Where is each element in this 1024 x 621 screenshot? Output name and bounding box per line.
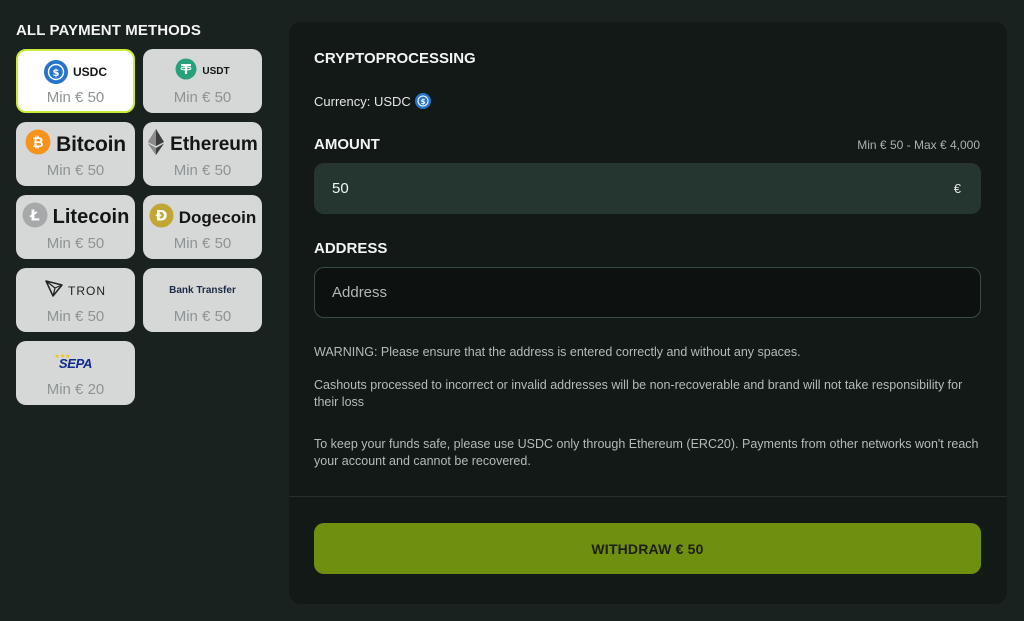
method-label: Litecoin xyxy=(52,206,130,228)
method-card-ethereum[interactable]: Ethereum Min € 50 xyxy=(143,122,262,186)
usdt-logo: USDT xyxy=(175,57,230,87)
litecoin-logo: Ł Litecoin xyxy=(22,202,130,233)
method-card-tron[interactable]: TRON Min € 50 xyxy=(16,268,135,332)
address-label: ADDRESS xyxy=(314,240,388,257)
svg-text:Đ: Đ xyxy=(155,208,167,224)
method-min: Min € 50 xyxy=(46,161,105,179)
method-label: TRON xyxy=(68,283,106,298)
payment-method-grid: $ USDC Min € 50 USDT Min € 50 ₿ Bitcoin … xyxy=(16,49,262,405)
tether-icon xyxy=(175,58,197,85)
bitcoin-icon: ₿ xyxy=(25,129,51,160)
bank-transfer-logo: Bank Transfer xyxy=(169,276,236,306)
method-card-usdt[interactable]: USDT Min € 50 xyxy=(143,49,262,113)
method-min: Min € 50 xyxy=(173,234,232,252)
dogecoin-icon: Đ xyxy=(149,203,174,233)
method-card-litecoin[interactable]: Ł Litecoin Min € 50 xyxy=(16,195,135,259)
bitcoin-logo: ₿ Bitcoin xyxy=(25,129,126,160)
sepa-stars-icon: ★★★ xyxy=(54,354,71,360)
method-label: Bitcoin xyxy=(56,132,126,156)
address-field-container xyxy=(314,267,981,318)
method-card-bitcoin[interactable]: ₿ Bitcoin Min € 50 xyxy=(16,122,135,186)
method-min: Min € 20 xyxy=(46,380,105,398)
usdc-icon: $ xyxy=(414,93,431,109)
method-min: Min € 50 xyxy=(46,234,105,252)
amount-field[interactable]: 50 € xyxy=(314,163,981,214)
currency-row: Currency: USDC $ xyxy=(314,93,431,109)
warning-text: WARNING: Please ensure that the address … xyxy=(314,345,801,359)
svg-text:$: $ xyxy=(420,98,425,106)
method-min: Min € 50 xyxy=(46,88,105,106)
method-label: Ethereum xyxy=(170,133,258,155)
method-card-sepa[interactable]: SEPA ★★★ Min € 20 xyxy=(16,341,135,405)
amount-currency-symbol: € xyxy=(953,181,961,196)
usdc-icon: $ xyxy=(43,59,68,84)
panel-title: CRYPTOPROCESSING xyxy=(314,50,476,67)
amount-range: Min € 50 - Max € 4,000 xyxy=(857,138,980,152)
method-label: USDT xyxy=(202,66,230,77)
usdc-logo: $ USDC xyxy=(43,57,107,87)
network-note: To keep your funds safe, please use USDC… xyxy=(314,437,979,468)
svg-text:₿: ₿ xyxy=(32,135,43,151)
method-label: Dogecoin xyxy=(178,207,257,227)
payment-methods-title: ALL PAYMENT METHODS xyxy=(16,22,201,39)
method-label: Bank Transfer xyxy=(169,285,236,296)
method-card-dogecoin[interactable]: Đ Dogecoin Min € 50 xyxy=(143,195,262,259)
ethereum-logo: Ethereum xyxy=(147,128,258,161)
svg-text:Ł: Ł xyxy=(29,207,40,225)
method-card-usdc[interactable]: $ USDC Min € 50 xyxy=(16,49,135,113)
currency-label: Currency: USDC xyxy=(314,93,411,109)
amount-value[interactable]: 50 xyxy=(332,180,349,197)
svg-text:$: $ xyxy=(53,68,60,79)
tron-icon xyxy=(45,279,63,302)
dogecoin-logo: Đ Dogecoin xyxy=(149,203,256,233)
amount-label: AMOUNT xyxy=(314,136,380,153)
ethereum-icon xyxy=(147,128,165,161)
sepa-logo: SEPA ★★★ xyxy=(54,349,92,379)
method-min: Min € 50 xyxy=(46,307,105,325)
method-min: Min € 50 xyxy=(173,161,232,179)
withdraw-button[interactable]: WITHDRAW € 50 xyxy=(314,523,981,574)
tron-logo: TRON xyxy=(45,276,106,306)
method-min: Min € 50 xyxy=(173,307,232,325)
cashout-note: Cashouts processed to incorrect or inval… xyxy=(314,378,963,409)
method-min: Min € 50 xyxy=(173,88,232,106)
withdraw-panel: CRYPTOPROCESSING Currency: USDC $ AMOUNT… xyxy=(289,22,1007,604)
address-input[interactable] xyxy=(332,284,963,301)
panel-divider xyxy=(289,496,1007,497)
method-label: USDC xyxy=(72,64,107,79)
method-card-bank-transfer[interactable]: Bank Transfer Min € 50 xyxy=(143,268,262,332)
litecoin-icon: Ł xyxy=(22,202,48,233)
